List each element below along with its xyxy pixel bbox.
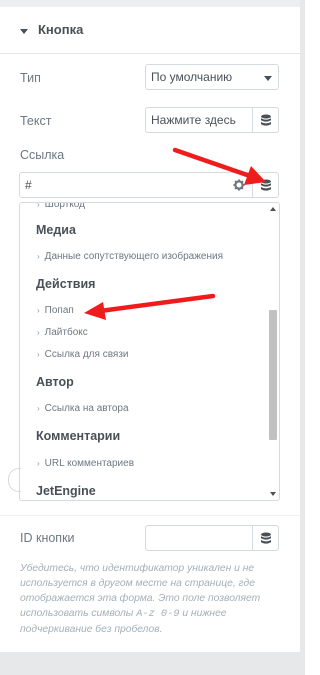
dropdown-item-label: Ссылка для связи: [44, 349, 129, 360]
chevron-right-icon: ›: [37, 404, 40, 413]
chevron-right-icon: ›: [37, 252, 40, 261]
dropdown-item-featured-image-data[interactable]: › Данные сопутствующего изображения: [37, 251, 223, 262]
dropdown-item-contact-url[interactable]: › Ссылка для связи: [37, 349, 129, 360]
dropdown-item-author-url[interactable]: › Ссылка на автора: [37, 403, 129, 414]
dropdown-group-media: Медиа: [36, 223, 76, 237]
text-input[interactable]: Нажмите здесь: [145, 107, 253, 133]
dropdown-item-label: Лайтбокс: [44, 327, 88, 338]
link-input[interactable]: #: [19, 172, 227, 198]
dynamic-tags-dropdown[interactable]: › Шорткод Медиа › Данные сопутствующего из…: [19, 202, 280, 501]
section-header-button[interactable]: Кнопка: [0, 7, 300, 54]
dropdown-item-popup[interactable]: › Попап: [37, 305, 74, 316]
chevron-right-icon: ›: [37, 202, 40, 209]
chevron-right-icon: ›: [37, 328, 40, 337]
chevron-down-icon: [264, 76, 272, 81]
link-dynamic-tags-button[interactable]: [252, 172, 279, 198]
dropdown-item-label: URL комментариев: [44, 458, 135, 469]
top-strip: [0, 0, 300, 7]
text-input-value: Нажмите здесь: [151, 113, 236, 127]
scrollbar-thumb[interactable]: [269, 310, 277, 440]
button-id-dynamic-tags-button[interactable]: [252, 525, 279, 551]
dropdown-scrollbar[interactable]: [267, 205, 277, 498]
dropdown-item-shortcode[interactable]: › Шорткод: [37, 202, 85, 210]
database-icon: [261, 114, 271, 126]
type-select[interactable]: По умолчанию: [145, 64, 279, 90]
dropdown-item-label: Ссылка на автора: [44, 403, 129, 414]
section-title: Кнопка: [38, 22, 84, 37]
hidden-control-edge: [8, 468, 21, 492]
chevron-right-icon: ›: [37, 459, 40, 468]
dropdown-group-comments: Комментарии: [36, 429, 121, 443]
type-select-value: По умолчанию: [151, 70, 233, 84]
dropdown-group-actions: Действия: [36, 277, 96, 291]
gear-icon: [233, 179, 245, 191]
link-settings-button[interactable]: [226, 172, 252, 198]
scroll-down-arrow-icon[interactable]: [270, 492, 276, 496]
settings-panel: Кнопка Тип По умолчанию Текст Нажмите зд…: [0, 0, 300, 675]
dropdown-item-lightbox[interactable]: › Лайтбокс: [37, 327, 88, 338]
help-code: A-z 0-9: [136, 608, 180, 620]
caret-down-icon: [20, 29, 28, 34]
link-label: Ссылка: [20, 148, 65, 162]
text-dynamic-tags-button[interactable]: [252, 107, 279, 133]
dropdown-item-comments-url[interactable]: › URL комментариев: [37, 458, 134, 469]
panel-right-edge: [300, 0, 305, 675]
type-label: Тип: [20, 71, 41, 85]
dropdown-group-author: Автор: [36, 375, 74, 389]
dropdown-group-jetengine: JetEngine: [36, 484, 96, 498]
chevron-right-icon: ›: [37, 306, 40, 315]
dropdown-item-label: Данные сопутствующего изображения: [44, 251, 223, 262]
section-divider: [0, 515, 300, 516]
dropdown-item-label: Шорткод: [44, 202, 85, 210]
button-id-input[interactable]: [145, 525, 253, 551]
database-icon: [261, 179, 271, 191]
scroll-up-arrow-icon[interactable]: [270, 207, 276, 211]
text-label: Текст: [20, 114, 52, 128]
button-id-help-text: Убедитесь, что идентификатор уникален и …: [20, 561, 285, 637]
dropdown-item-label: Попап: [44, 305, 74, 316]
database-icon: [261, 532, 271, 544]
button-id-label: ID кнопки: [20, 531, 75, 545]
link-input-value: #: [25, 178, 32, 192]
chevron-right-icon: ›: [37, 350, 40, 359]
bottom-band: [0, 652, 305, 675]
